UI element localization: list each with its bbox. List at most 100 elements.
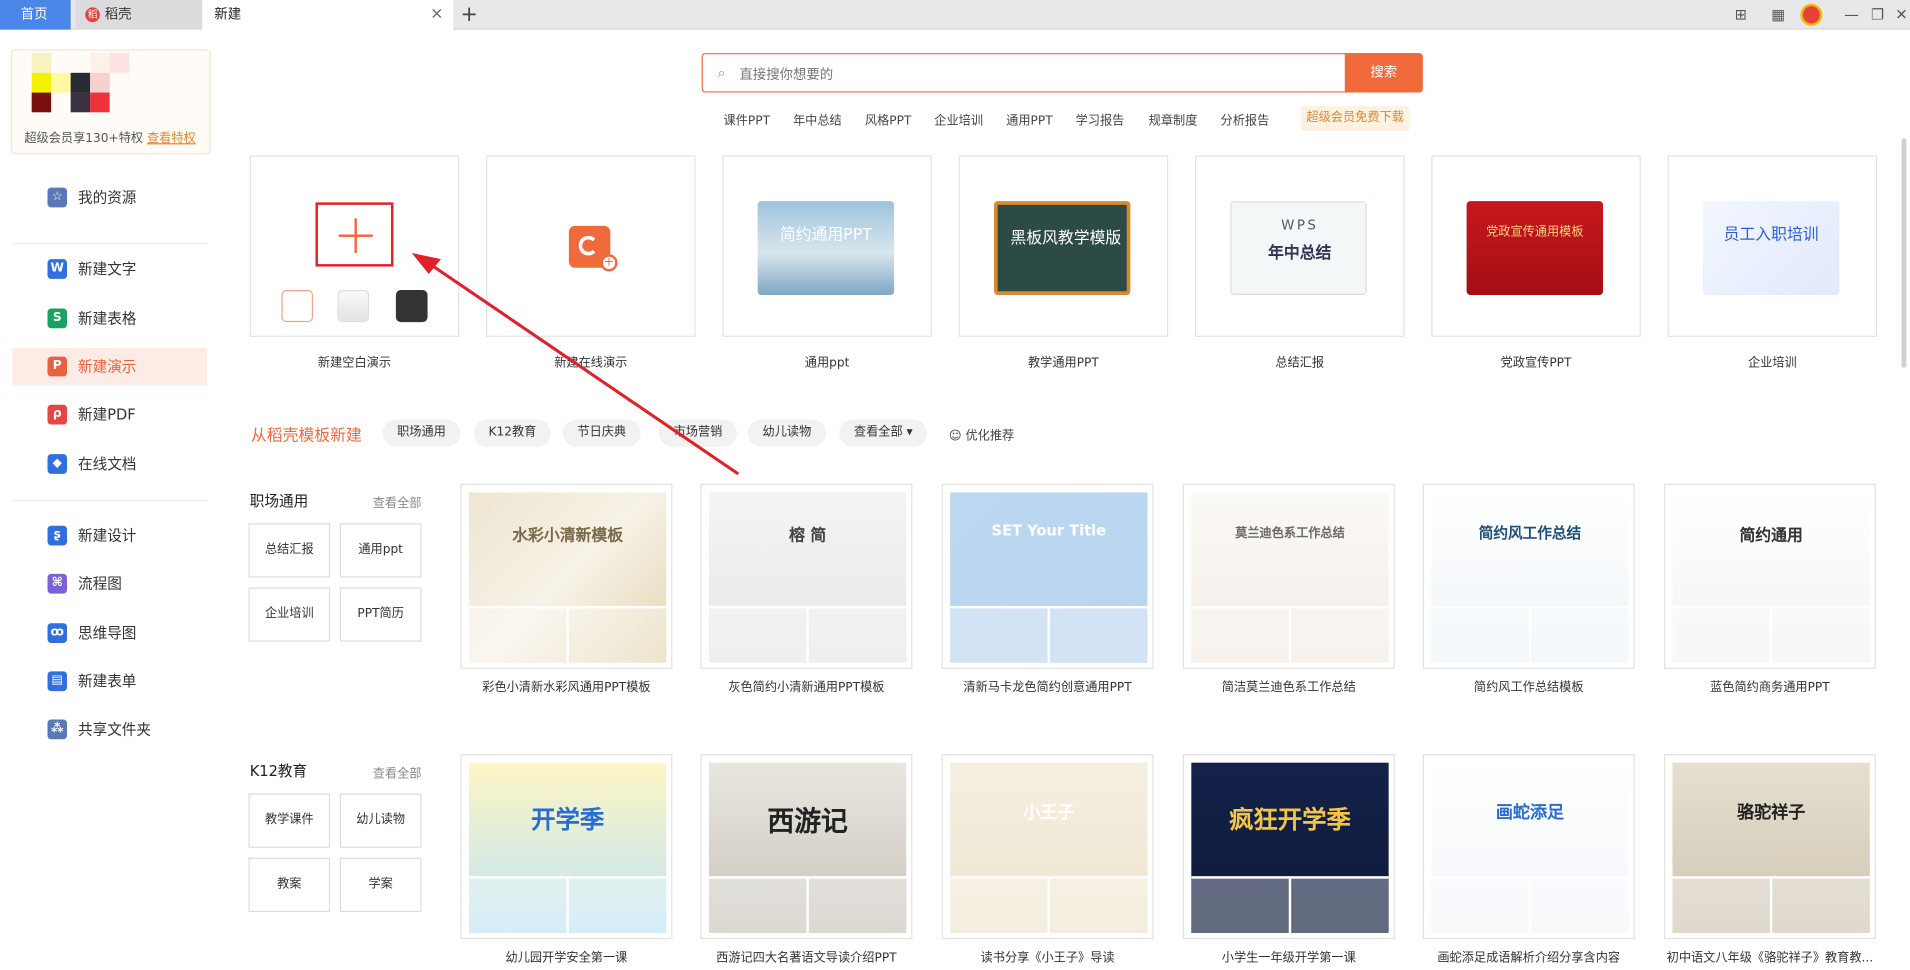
filter-chip[interactable]: 查看全部 ▾ xyxy=(839,419,928,447)
template-preview-pages xyxy=(1431,605,1629,663)
close-tab-icon[interactable]: × xyxy=(430,0,443,30)
template-preview-pages xyxy=(1672,605,1870,663)
quick-create-card-6[interactable]: 员工入职培训 xyxy=(1667,155,1878,337)
sidebar-item-label: 思维导图 xyxy=(77,624,137,642)
view-all-link[interactable]: 查看全部 xyxy=(373,492,422,511)
thumbnail-title: 黑板风教学模版 xyxy=(1010,229,1122,249)
filter-chip[interactable]: 幼儿读物 xyxy=(747,419,826,447)
sidebar-item-2[interactable]: S 新建表格 xyxy=(12,300,207,337)
category-tag-button[interactable]: PPT简历 xyxy=(339,587,422,642)
plus-icon[interactable] xyxy=(315,202,394,267)
sidebar-item-0[interactable]: ☆ 我的资源 xyxy=(12,179,207,216)
tab-home[interactable]: 首页 xyxy=(0,0,71,30)
search-input[interactable] xyxy=(739,61,1325,87)
tab-daoke[interactable]: 稻 稻壳 xyxy=(75,0,203,30)
sidebar-item-5[interactable]: ◆ 在线文档 xyxy=(12,446,207,483)
hotword-link[interactable]: 通用PPT xyxy=(1006,110,1052,129)
dark-theme-swatch[interactable] xyxy=(395,290,428,323)
white-theme-swatch[interactable] xyxy=(281,290,314,323)
sidebar-item-6[interactable]: ʂ 新建设计 xyxy=(12,517,207,554)
template-card[interactable]: 小王子 xyxy=(941,754,1154,940)
search-button[interactable]: 搜索 xyxy=(1344,53,1423,93)
thumbnail-title: 党政宣传通用模板 xyxy=(1486,225,1584,240)
template-preview-title: 画蛇添足 xyxy=(1495,803,1565,824)
template-thumbnail: 员工入职培训 xyxy=(1702,201,1840,295)
tab-new[interactable]: 新建 × xyxy=(202,0,454,31)
template-card[interactable]: SET Your Title xyxy=(941,483,1154,669)
vip-free-download-link[interactable]: 超级会员免费下载 xyxy=(1300,106,1410,131)
template-preview: 开学季 xyxy=(468,762,667,933)
user-avatar[interactable] xyxy=(1800,3,1823,26)
grid-view-icon[interactable]: ▦ xyxy=(1771,4,1785,26)
template-title: 简约风工作总结模板 xyxy=(1473,681,1584,695)
category-tag-button[interactable]: 幼儿读物 xyxy=(339,793,422,848)
template-card[interactable]: 西游记 xyxy=(700,754,913,940)
quick-create-label: 党政宣传PPT xyxy=(1500,356,1572,371)
view-privileges-link[interactable]: 查看特权 xyxy=(147,132,196,146)
filter-chip[interactable]: 职场通用 xyxy=(382,419,461,447)
sidebar-item-8[interactable]: ꝏ 思维导图 xyxy=(12,615,207,652)
category-tag-button[interactable]: 总结汇报 xyxy=(248,523,331,578)
template-preview-title: 榕 简 xyxy=(789,526,827,546)
hotword-link[interactable]: 企业培训 xyxy=(934,110,983,129)
category-tag-button[interactable]: 学案 xyxy=(339,857,422,912)
template-preview-title: 开学季 xyxy=(531,804,605,835)
hotword-link[interactable]: 分析报告 xyxy=(1221,110,1270,129)
template-preview-pages xyxy=(1191,605,1389,663)
filter-chip[interactable]: K12教育 xyxy=(473,419,551,447)
category-title: 职场通用 xyxy=(249,492,309,510)
template-card[interactable]: 水彩小清新模板 xyxy=(460,483,673,669)
sidebar-item-9[interactable]: ▤ 新建表单 xyxy=(12,663,207,700)
vip-promo-text: 超级会员享130+特权 查看特权 xyxy=(24,127,195,146)
category-tag-button[interactable]: 通用ppt xyxy=(339,523,422,578)
hotword-link[interactable]: 年中总结 xyxy=(793,110,842,129)
template-title: 西游记四大名著语文导读介绍PPT xyxy=(716,951,897,966)
hotword-link[interactable]: 风格PPT xyxy=(865,110,911,129)
mindmap-icon: ꝏ xyxy=(47,623,67,643)
sidebar-item-1[interactable]: W 新建文字 xyxy=(12,251,207,288)
template-section-title: 从稻壳模板新建 xyxy=(250,426,362,446)
filter-chip[interactable]: 市场营销 xyxy=(658,419,737,447)
template-preview-pages xyxy=(708,605,907,663)
template-card[interactable]: 疯狂开学季 xyxy=(1182,754,1395,940)
hotword-link[interactable]: 学习报告 xyxy=(1076,110,1125,129)
daoke-logo-icon: 稻 xyxy=(85,7,100,23)
layout-icon[interactable]: ⊞ xyxy=(1735,4,1747,26)
optimize-recommend-toggle[interactable]: ☺ 优化推荐 xyxy=(949,425,1014,443)
sidebar-item-label: 新建表单 xyxy=(77,672,137,690)
sidebar-item-3[interactable]: P 新建演示 xyxy=(12,348,208,386)
filter-chip[interactable]: 节日庆典 xyxy=(562,419,641,447)
quick-create-card-2[interactable]: 简约通用PPT xyxy=(722,155,932,337)
add-tab-icon[interactable]: + xyxy=(460,1,477,28)
gray-theme-swatch[interactable] xyxy=(337,290,370,323)
restore-icon[interactable]: ❐ xyxy=(1871,4,1884,26)
template-preview: SET Your Title xyxy=(950,492,1148,663)
template-card[interactable]: 开学季 xyxy=(460,754,673,940)
quick-create-card-0[interactable] xyxy=(249,155,460,337)
view-all-link[interactable]: 查看全部 xyxy=(373,763,422,782)
sidebar-item-7[interactable]: ⌘ 流程图 xyxy=(12,565,207,602)
sidebar-item-4[interactable]: ρ 新建PDF xyxy=(12,396,207,433)
category-tag-button[interactable]: 教学课件 xyxy=(248,793,331,848)
quick-create-card-3[interactable]: 黑板风教学模版 xyxy=(958,155,1169,337)
sidebar-item-10[interactable]: ⁂ 共享文件夹 xyxy=(12,711,207,748)
template-card[interactable]: 简约风工作总结 xyxy=(1422,483,1635,669)
quick-create-card-5[interactable]: 党政宣传通用模板 xyxy=(1431,155,1641,337)
quick-create-card-4[interactable]: 年中总结 WPS xyxy=(1194,155,1405,337)
template-preview: 疯狂开学季 xyxy=(1191,762,1389,933)
minimize-icon[interactable]: — xyxy=(1844,4,1859,26)
hotword-link[interactable]: 课件PPT xyxy=(724,110,770,129)
category-tag-button[interactable]: 教案 xyxy=(248,857,331,912)
scrollbar[interactable] xyxy=(1901,138,1907,368)
template-card[interactable]: 简约通用 xyxy=(1663,483,1876,669)
template-card[interactable]: 莫兰迪色系工作总结 xyxy=(1182,483,1395,669)
quick-create-card-1[interactable]: + xyxy=(486,155,696,337)
template-preview: 简约风工作总结 xyxy=(1431,492,1629,663)
close-window-icon[interactable]: ✕ xyxy=(1895,4,1907,26)
category-tag-button[interactable]: 企业培训 xyxy=(248,587,331,642)
sheet-icon: S xyxy=(47,308,67,329)
template-card[interactable]: 榕 简 xyxy=(700,483,913,669)
hotword-link[interactable]: 规章制度 xyxy=(1149,110,1198,129)
template-card[interactable]: 骆驼祥子 xyxy=(1663,754,1876,940)
template-card[interactable]: 画蛇添足 xyxy=(1422,754,1635,940)
